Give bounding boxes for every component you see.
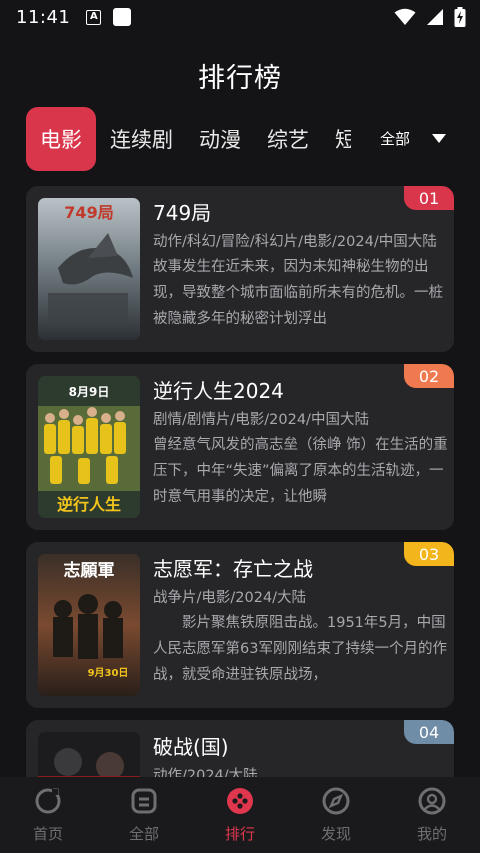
profile-icon	[418, 787, 446, 814]
movie-tags: 战争片/电影/2024/大陆	[153, 590, 307, 606]
ranking-card[interactable]: 破战(国) 动作/2024/大陆 04	[26, 720, 454, 782]
nav-all[interactable]: 全部	[96, 787, 192, 844]
bottom-navigation: 首页 全部 排行 发现 我的	[0, 777, 480, 853]
poster-date-text: 8月9日	[69, 385, 110, 399]
ranking-card[interactable]: 749局 749局 动作/科幻/冒险/科幻片/电影/2024/中国大陆 故事发生…	[26, 186, 454, 352]
category-icon	[131, 788, 157, 813]
nav-profile[interactable]: 我的	[384, 787, 480, 844]
ranking-list: 749局 749局 动作/科幻/冒险/科幻片/电影/2024/中国大陆 故事发生…	[26, 186, 454, 794]
nav-profile-label: 我的	[416, 824, 447, 843]
notification-a-icon: A	[86, 9, 102, 25]
movie-description: 影片聚焦铁原阻击战。1951年5月，中国人民志愿军第63军刚刚结束了持续一个月的…	[153, 615, 447, 683]
battery-icon	[454, 7, 466, 27]
poster-image: 8月9日 逆行人生	[38, 376, 140, 518]
poster-title-text: 志願軍	[64, 560, 115, 581]
refresh-icon	[35, 788, 61, 813]
caret-down-icon	[432, 133, 447, 143]
poster-image: 749局	[38, 198, 140, 340]
rank-badge: 04	[404, 720, 454, 744]
tab-movie[interactable]: 电影	[26, 107, 96, 171]
status-bar: 11:41 A	[0, 0, 480, 34]
all-categories-label: 全部	[380, 129, 411, 148]
tab-series[interactable]: 连续剧	[110, 124, 173, 154]
nav-home-label: 首页	[32, 824, 63, 843]
tab-anime[interactable]: 动漫	[199, 124, 241, 154]
signal-icon	[427, 9, 443, 25]
movie-description: 曾经意气风发的高志垒（徐峥 饰）在生活的重压下，中年“失速”偏离了原本的生活轨迹…	[153, 437, 448, 505]
poster-image: 志願軍 9月30日	[38, 554, 140, 696]
nav-discover[interactable]: 发现	[288, 787, 384, 844]
nav-discover-label: 发现	[320, 824, 351, 843]
wifi-icon	[394, 8, 416, 25]
nav-ranking[interactable]: 排行	[192, 787, 288, 844]
poster-date-text: 9月30日	[88, 667, 129, 679]
rank-badge: 02	[404, 364, 454, 388]
ranking-card[interactable]: 8月9日 逆行人生 逆行人生2024 剧情/剧情片/电影/2024/中国大陆 曾…	[26, 364, 454, 530]
all-categories-dropdown[interactable]: 全部	[364, 126, 480, 150]
movie-tags: 剧情/剧情片/电影/2024/中国大陆	[153, 412, 369, 428]
rank-badge: 01	[404, 186, 454, 210]
ranking-icon	[227, 787, 253, 814]
notification-square-icon	[113, 8, 132, 26]
movie-description: 故事发生在近未来，因为未知神秘生物的出现，导致整个城市面临前所未有的危机。一桩被…	[153, 259, 443, 327]
movie-tags: 动作/科幻/冒险/科幻片/电影/2024/中国大陆	[153, 234, 437, 250]
poster-title-text: 逆行人生	[57, 495, 121, 514]
nav-ranking-label: 排行	[224, 824, 255, 843]
poster-title-text: 749局	[64, 203, 113, 222]
rank-badge: 03	[404, 542, 454, 566]
page-title: 排行榜	[198, 63, 282, 94]
poster-image	[38, 732, 140, 782]
nav-home[interactable]: 首页	[0, 787, 96, 844]
tab-short[interactable]: 短	[335, 124, 351, 154]
status-time: 11:41	[16, 6, 71, 28]
ranking-card[interactable]: 志願軍 9月30日 志愿军：存亡之战 战争片/电影/2024/大陆 影片聚焦铁原…	[26, 542, 454, 708]
tab-variety[interactable]: 综艺	[267, 124, 309, 154]
nav-all-label: 全部	[128, 824, 159, 843]
compass-icon	[322, 787, 350, 814]
